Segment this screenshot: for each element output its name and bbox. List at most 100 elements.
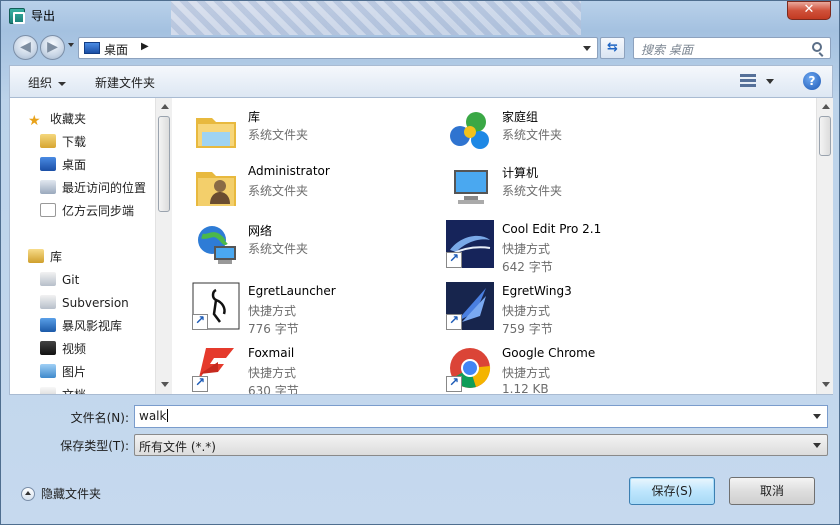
sidebar-label: 库 — [50, 250, 63, 264]
sidebar-label: 暴风影视库 — [62, 319, 123, 333]
navigation-pane: ★ 收藏夹 下载 桌面 最近访问的位置 亿方云同步端 库 Git Subversi… — [10, 98, 172, 394]
organize-label: 组织 — [28, 76, 53, 90]
file-list-scrollbar[interactable] — [816, 98, 833, 394]
file-name: EgretLauncher — [248, 284, 336, 298]
text-caret — [167, 409, 169, 422]
file-size: 776 字节 — [248, 322, 299, 336]
filename-dropdown-icon[interactable] — [813, 414, 821, 419]
file-item-network[interactable]: 网络 系统文件夹 — [192, 218, 442, 274]
sidebar-item-baofeng[interactable]: 暴风影视库 — [40, 315, 122, 337]
file-item-administrator[interactable]: Administrator 系统文件夹 — [192, 160, 442, 216]
video-library-icon — [40, 318, 56, 332]
recent-places-icon — [40, 180, 56, 194]
sidebar-item-downloads[interactable]: 下载 — [40, 131, 86, 153]
star-icon: ★ — [28, 113, 41, 129]
sidebar-label: 图片 — [62, 365, 87, 379]
sidebar-item-fangcloud[interactable]: 亿方云同步端 — [40, 200, 134, 222]
file-item-chrome[interactable]: Google Chrome 快捷方式 1.12 KB — [446, 342, 696, 394]
back-button[interactable]: ◀ — [13, 35, 38, 60]
shortcut-arrow-icon — [446, 313, 462, 330]
file-type: 快捷方式 — [248, 366, 297, 380]
help-icon[interactable]: ? — [803, 72, 821, 90]
scroll-down-icon[interactable] — [822, 382, 830, 387]
forward-button[interactable]: ▶ — [40, 35, 65, 60]
filename-input[interactable]: walk — [134, 405, 828, 428]
save-button[interactable]: 保存(S) — [629, 477, 715, 505]
sidebar-item-favorites[interactable]: ★ 收藏夹 — [28, 108, 86, 130]
breadcrumb-desktop[interactable]: 桌面 — [104, 41, 128, 58]
app-icon — [9, 8, 25, 24]
history-dropdown-icon[interactable] — [68, 43, 74, 47]
sidebar-item-desktop[interactable]: 桌面 — [40, 154, 86, 176]
file-item-cool-edit[interactable]: Cool Edit Pro 2.1 快捷方式 642 字节 — [446, 218, 696, 274]
download-folder-icon — [40, 134, 56, 148]
file-item-library[interactable]: 库 系统文件夹 — [192, 104, 442, 160]
command-bar: 组织 新建文件夹 ? — [9, 65, 833, 97]
file-name: Google Chrome — [502, 346, 596, 360]
navigation-bar: ◀ ▶ 桌面 ▶ ⇆ 搜索 桌面 — [1, 31, 839, 63]
pictures-icon — [40, 364, 56, 378]
sidebar-label: 桌面 — [62, 158, 87, 172]
sidebar-item-recent[interactable]: 最近访问的位置 — [40, 177, 146, 199]
refresh-button[interactable]: ⇆ — [600, 37, 625, 59]
shortcut-arrow-icon — [192, 313, 208, 330]
sidebar-scroll-thumb[interactable] — [158, 116, 170, 212]
file-item-computer[interactable]: 计算机 系统文件夹 — [446, 160, 696, 216]
sidebar-label: 下载 — [62, 135, 87, 149]
breadcrumb-arrow-icon[interactable]: ▶ — [141, 41, 149, 52]
file-name: Foxmail — [248, 346, 295, 360]
sidebar-label: Git — [62, 273, 80, 287]
sidebar-item-subversion[interactable]: Subversion — [40, 292, 129, 314]
file-type: 系统文件夹 — [248, 128, 309, 142]
file-name: 库 — [248, 110, 261, 124]
address-dropdown-icon[interactable] — [583, 46, 591, 51]
sidebar-item-pictures[interactable]: 图片 — [40, 361, 86, 383]
close-button[interactable]: ✕ — [787, 1, 831, 20]
file-list-scroll-thumb[interactable] — [819, 116, 831, 156]
file-name: Administrator — [248, 164, 330, 178]
file-item-homegroup[interactable]: 家庭组 系统文件夹 — [446, 104, 696, 160]
file-item-egret-launcher[interactable]: EgretLauncher 快捷方式 776 字节 — [192, 280, 442, 336]
file-item-egret-wing[interactable]: EgretWing3 快捷方式 759 字节 — [446, 280, 696, 336]
filetype-label: 保存类型(T): — [60, 439, 129, 453]
title-background-pattern — [171, 1, 581, 35]
scroll-up-icon[interactable] — [161, 104, 169, 109]
cancel-button[interactable]: 取消 — [729, 477, 815, 505]
sidebar-label: 最近访问的位置 — [62, 181, 147, 195]
search-icon[interactable] — [812, 42, 822, 52]
sidebar-item-git[interactable]: Git — [40, 269, 79, 291]
film-icon — [40, 341, 56, 355]
scroll-up-icon[interactable] — [822, 104, 830, 109]
address-bar[interactable]: 桌面 ▶ — [78, 37, 598, 59]
sidebar-item-videos[interactable]: 视频 — [40, 338, 86, 360]
new-folder-button[interactable]: 新建文件夹 — [95, 74, 155, 91]
sidebar-scrollbar[interactable] — [155, 98, 172, 394]
hide-folders-toggle[interactable]: 隐藏文件夹 — [21, 485, 101, 502]
file-name: EgretWing3 — [502, 284, 572, 298]
sidebar-label: 收藏夹 — [50, 112, 87, 126]
filetype-select[interactable]: 所有文件 (*.*) — [134, 434, 828, 456]
file-size: 759 字节 — [502, 322, 553, 336]
file-type: 系统文件夹 — [248, 184, 309, 198]
shortcut-arrow-icon — [446, 375, 462, 392]
search-placeholder: 搜索 桌面 — [641, 43, 693, 57]
sidebar-item-documents[interactable]: 文档 — [40, 384, 86, 394]
filetype-dropdown-icon[interactable] — [813, 443, 821, 448]
view-options-icon[interactable] — [740, 74, 756, 88]
sidebar-item-libraries[interactable]: 库 — [28, 246, 62, 268]
file-type: 快捷方式 — [502, 366, 551, 380]
file-size: 630 字节 — [248, 384, 299, 394]
filename-text: walk — [139, 409, 167, 423]
desktop-icon — [40, 157, 56, 171]
documents-icon — [40, 387, 56, 394]
sidebar-label: 文档 — [62, 388, 86, 394]
organize-button[interactable]: 组织 — [28, 74, 67, 91]
file-name: 家庭组 — [502, 110, 539, 124]
filetype-value: 所有文件 (*.*) — [139, 440, 216, 454]
scroll-down-icon[interactable] — [161, 382, 169, 387]
file-item-foxmail[interactable]: Foxmail 快捷方式 630 字节 — [192, 342, 442, 394]
file-type: 系统文件夹 — [502, 184, 563, 198]
user-folder-icon — [196, 172, 236, 206]
search-input[interactable]: 搜索 桌面 — [633, 37, 831, 59]
view-dropdown-icon[interactable] — [766, 79, 774, 84]
